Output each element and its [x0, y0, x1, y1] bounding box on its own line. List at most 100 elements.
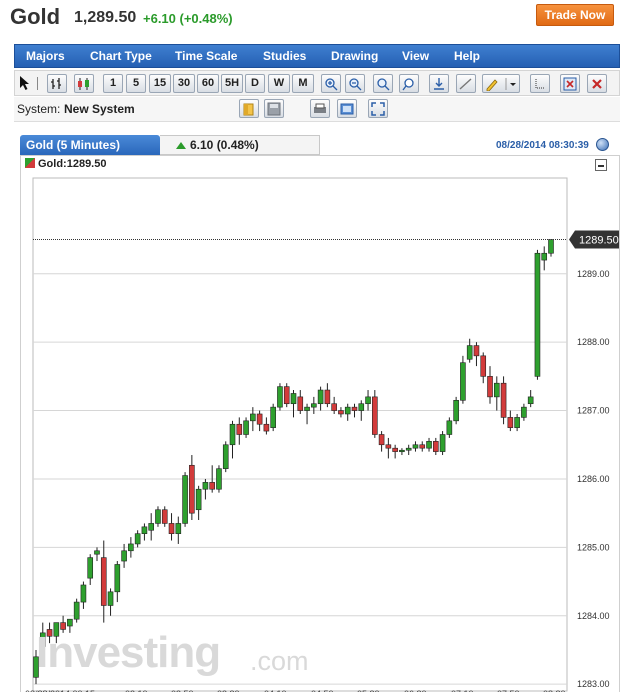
candle-body — [521, 406, 527, 418]
menu-time-scale[interactable]: Time Scale — [175, 49, 237, 63]
interval-m-button[interactable]: M — [292, 74, 314, 93]
candle-body — [439, 434, 446, 452]
y-tick-label: 1285.00 — [577, 542, 610, 552]
candlestick-chart-button[interactable] — [74, 74, 94, 93]
zoom-in-button[interactable] — [321, 74, 341, 93]
candle-body — [256, 413, 263, 425]
candle-body — [161, 509, 168, 524]
candle-body — [399, 449, 405, 453]
scroll-end-button[interactable] — [429, 74, 449, 93]
candle-body — [216, 468, 222, 490]
zoom-fit-icon — [377, 78, 390, 91]
globe-icon[interactable] — [596, 138, 609, 151]
candle-body — [175, 523, 182, 534]
candle-body — [67, 618, 73, 627]
interval-5-button[interactable]: 5 — [126, 74, 146, 93]
candle-body — [73, 601, 80, 620]
folder-icon — [243, 103, 254, 116]
zoom-reset-icon — [402, 78, 414, 91]
candle-body — [277, 386, 283, 408]
candle-body — [419, 444, 426, 449]
bar-chart-button[interactable] — [47, 74, 67, 93]
interval-1-button[interactable]: 1 — [103, 74, 123, 93]
candle-body — [182, 475, 188, 524]
candle-body — [311, 403, 317, 408]
candle-body — [134, 533, 141, 545]
candlestick-chart[interactable]: 1289.00 1288.00 1287.00 1286.00 1285.00 1284.… — [21, 156, 621, 692]
candle-body — [493, 382, 500, 398]
interval-15-button[interactable]: 15 — [149, 74, 171, 93]
candle-body — [500, 382, 507, 418]
interval-w-button[interactable]: W — [268, 74, 290, 93]
interval-30-button[interactable]: 30 — [173, 74, 195, 93]
menu-drawing[interactable]: Drawing — [331, 49, 378, 63]
candle-body — [433, 441, 439, 452]
zoom-fit-button[interactable] — [373, 74, 393, 93]
menu-view[interactable]: View — [402, 49, 429, 63]
candlestick-icon — [78, 78, 89, 90]
candle-body — [94, 550, 100, 555]
close-chart-button[interactable] — [587, 74, 607, 93]
chart-toolbar: 1 5 15 30 60 5H D W M — [14, 70, 620, 96]
zoom-reset-button[interactable] — [399, 74, 419, 93]
candle-body — [114, 564, 121, 593]
close-icon — [592, 79, 602, 89]
pointer-icon[interactable] — [19, 75, 31, 96]
candle-body — [378, 434, 385, 446]
candle-body — [487, 376, 493, 398]
menu-majors[interactable]: Majors — [26, 49, 65, 63]
save-system-button[interactable] — [264, 99, 284, 118]
print-icon — [314, 103, 326, 113]
candle-body — [80, 584, 87, 603]
trend-line-button[interactable] — [456, 74, 476, 93]
menu-studies[interactable]: Studies — [263, 49, 306, 63]
crosshair-button[interactable] — [530, 74, 550, 93]
candle-body — [460, 362, 466, 401]
interval-60-button[interactable]: 60 — [197, 74, 219, 93]
crosshair-icon — [535, 79, 545, 89]
system-value[interactable]: New System — [64, 102, 135, 116]
candle-body — [412, 444, 419, 449]
y-tick-label: 1289.00 — [577, 269, 610, 279]
candle-body — [446, 420, 453, 435]
candle-body — [195, 488, 202, 511]
y-tick-label: 1283.00 — [577, 679, 610, 689]
chart-tab-row: Gold (5 Minutes) 6.10 (0.48%) 08/28/2014… — [20, 135, 620, 155]
zoom-out-button[interactable] — [345, 74, 365, 93]
candle-body — [405, 447, 412, 451]
toolbar-separator — [37, 77, 38, 90]
trade-now-button[interactable]: Trade Now — [536, 4, 614, 26]
candle-body — [317, 389, 324, 405]
delete-drawing-button[interactable] — [560, 74, 580, 93]
print-button[interactable] — [310, 99, 330, 118]
drawing-color-dropdown[interactable] — [482, 74, 520, 93]
candle-body — [290, 393, 297, 405]
chart-datetime: 08/28/2014 08:30:39 — [496, 140, 589, 151]
candle-body — [283, 386, 290, 405]
y-tick-label: 1288.00 — [577, 337, 610, 347]
trend-line-icon — [459, 78, 472, 90]
system-label: System: — [17, 102, 61, 116]
candle-body — [480, 355, 487, 377]
candle-body — [385, 444, 392, 449]
plot-frame — [32, 177, 568, 692]
candle-body — [514, 417, 520, 428]
ohlc-bars-icon — [51, 78, 61, 89]
candle-body — [189, 464, 195, 514]
candle-body — [338, 410, 344, 415]
interval-5h-button[interactable]: 5H — [221, 74, 243, 93]
candle-body — [534, 252, 541, 377]
menu-help[interactable]: Help — [454, 49, 480, 63]
candle-body — [222, 444, 229, 470]
candle-body — [372, 396, 378, 435]
open-system-button[interactable] — [239, 99, 259, 118]
image-export-button[interactable] — [337, 99, 357, 118]
candle-body — [148, 523, 154, 531]
candle-body — [358, 403, 365, 411]
menu-chart-type[interactable]: Chart Type — [90, 49, 152, 63]
chart-tab-gold[interactable]: Gold (5 Minutes) — [20, 135, 160, 155]
candle-body — [392, 447, 398, 452]
fullscreen-button[interactable] — [368, 99, 388, 118]
interval-d-button[interactable]: D — [245, 74, 265, 93]
candle-body — [507, 417, 514, 428]
